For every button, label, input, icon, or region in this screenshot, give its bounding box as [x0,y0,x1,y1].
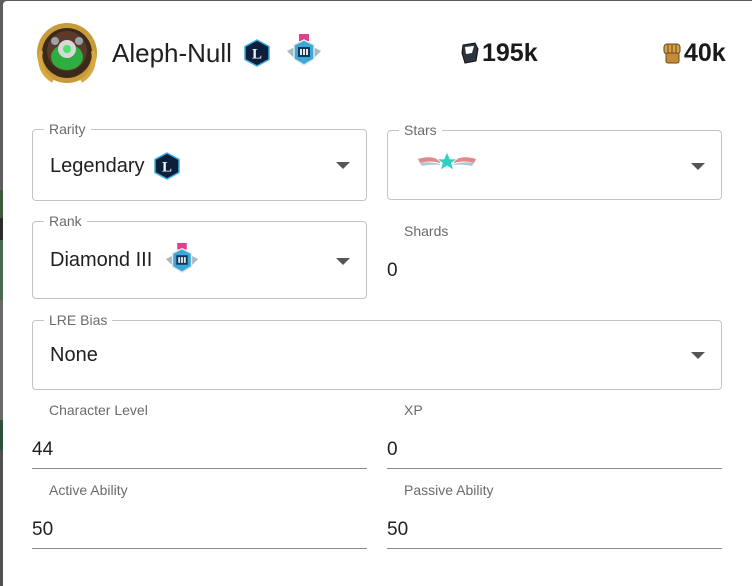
rank-label: Rank [44,213,87,229]
stars-select[interactable]: Stars [387,122,722,200]
legendary-badge-letter: L [162,160,172,176]
xp-label: XP [404,402,423,418]
dialog-header: Aleph-Null L 195k 40k [3,1,752,101]
power-fist-icon [461,42,479,64]
stars-value [416,151,478,171]
xp-underline [387,468,722,469]
stars-label: Stars [399,122,442,138]
xp-input[interactable]: 0 [387,439,398,461]
shards-label: Shards [404,223,449,239]
chevron-down-icon[interactable] [336,162,350,169]
rarity-value-text: Legendary [50,154,145,177]
character-level-label: Character Level [49,402,148,418]
character-level-underline [32,468,367,469]
active-ability-input[interactable]: 50 [32,519,53,541]
power-stat: 195k [459,37,538,69]
character-name: Aleph-Null [112,38,232,68]
lre-bias-value: None [50,344,98,366]
lre-bias-select[interactable]: LRE Bias None [32,312,722,390]
fist-icon [663,43,681,64]
character-avatar [35,21,99,85]
shards-input[interactable]: 0 [387,260,398,282]
chevron-down-icon[interactable] [691,163,705,170]
power-value: 195k [482,39,538,67]
rank-value-text: Diamond III [50,248,153,271]
legendary-badge-icon: L [153,152,181,180]
character-level-input[interactable]: 44 [32,439,53,461]
winged-star-icon [418,151,476,171]
lre-bias-label: LRE Bias [44,312,113,328]
chevron-down-icon[interactable] [691,352,705,359]
rarity-select[interactable]: Rarity Legendary L [32,121,367,201]
rarity-value: Legendary L [50,152,181,180]
character-edit-dialog: Aleph-Null L 195k 40k Rarity Legendary L… [3,1,752,586]
active-ability-label: Active Ability [49,482,128,498]
character-portrait-icon [37,23,97,83]
rank-value: Diamond III [50,242,202,278]
legendary-badge-letter: L [252,47,262,63]
diamond-rank-icon [162,242,202,278]
bs-value: 40k [684,39,726,67]
legendary-badge-icon: L [243,39,271,72]
passive-ability-input[interactable]: 50 [387,519,408,541]
passive-ability-label: Passive Ability [404,482,494,498]
rarity-label: Rarity [44,121,91,137]
diamond-rank-icon [283,33,325,76]
passive-ability-underline [387,548,722,549]
rank-select[interactable]: Rank Diamond III [32,213,367,299]
chevron-down-icon[interactable] [336,258,350,265]
active-ability-underline [32,548,367,549]
bs-stat: 40k [661,37,726,69]
